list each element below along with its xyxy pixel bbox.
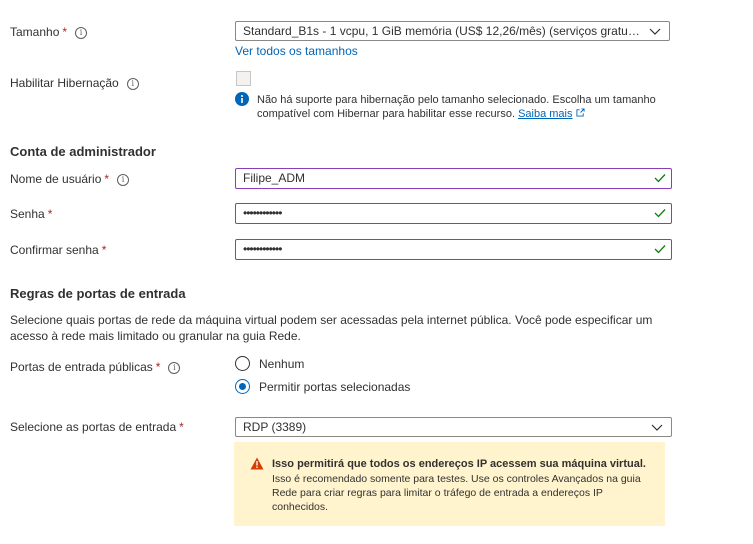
username-label: Nome de usuário * i	[10, 172, 130, 186]
required-marker: *	[47, 207, 53, 221]
password-input[interactable]: ••••••••••••	[235, 203, 672, 224]
info-icon[interactable]: i	[168, 362, 181, 374]
see-all-sizes-link[interactable]: Ver todos os tamanhos	[235, 44, 358, 58]
info-filled-icon	[235, 92, 249, 106]
radio-none-label[interactable]: Nenhum	[259, 357, 304, 371]
radio-allow-selected-ports[interactable]	[235, 379, 250, 394]
checkmark-icon	[654, 209, 666, 218]
admin-heading: Conta de administrador	[10, 144, 156, 159]
select-ports-label: Selecione as portas de entrada *	[10, 420, 184, 434]
external-link-icon	[576, 108, 585, 117]
inbound-description: Selecione quais portas de rede da máquin…	[10, 313, 653, 343]
inbound-rules-heading: Regras de portas de entrada	[10, 286, 186, 301]
confirm-password-input[interactable]: ••••••••••••	[235, 239, 672, 260]
hibernation-checkbox[interactable]	[236, 71, 251, 86]
hibernation-message: Não há suporte para hibernação pelo tama…	[257, 94, 656, 120]
required-marker: *	[179, 420, 184, 434]
public-ports-label: Portas de entrada públicas * i	[10, 360, 181, 374]
warning-body: Isso é recomendado somente para testes. …	[272, 473, 641, 513]
radio-allow-selected-ports-label[interactable]: Permitir portas selecionadas	[259, 380, 410, 394]
size-label: Tamanho * i	[10, 25, 88, 39]
radio-none[interactable]	[235, 356, 250, 371]
info-icon[interactable]: i	[75, 27, 88, 39]
size-select[interactable]: Standard_B1s - 1 vcpu, 1 GiB memória (US…	[235, 21, 670, 41]
info-icon[interactable]: i	[117, 174, 130, 186]
confirm-password-label: Confirmar senha *	[10, 243, 107, 257]
checkmark-icon	[654, 174, 666, 183]
checkmark-icon	[654, 245, 666, 254]
chevron-down-icon	[649, 28, 661, 35]
warning-title: Isso permitirá que todos os endereços IP…	[272, 458, 646, 470]
username-input[interactable]: Filipe_ADM	[235, 168, 672, 189]
learn-more-link[interactable]: Saiba mais	[518, 108, 572, 120]
warning-banner: Isso permitirá que todos os endereços IP…	[234, 442, 665, 526]
chevron-down-icon	[651, 424, 663, 431]
required-marker: *	[155, 360, 161, 374]
inbound-ports-select[interactable]: RDP (3389)	[235, 417, 672, 437]
required-marker: *	[62, 25, 68, 39]
required-marker: *	[101, 243, 107, 257]
required-marker: *	[104, 172, 110, 186]
warning-icon	[250, 457, 264, 470]
password-label: Senha *	[10, 207, 53, 221]
info-icon[interactable]: i	[126, 78, 139, 90]
hibernation-label: Habilitar Hibernação i	[10, 76, 139, 90]
